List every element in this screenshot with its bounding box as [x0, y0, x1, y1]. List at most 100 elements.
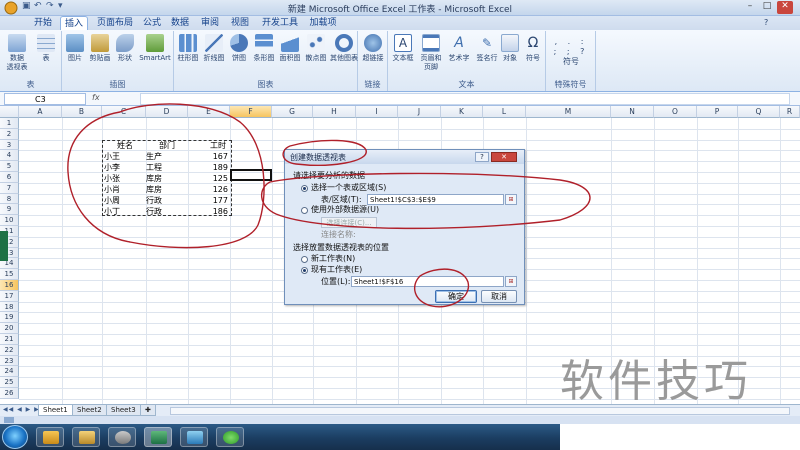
tab-home[interactable]: 开始 — [30, 16, 56, 30]
taskbar-app-excel[interactable] — [144, 427, 172, 447]
header-name[interactable]: 姓名 — [104, 141, 146, 151]
dialog-close-button[interactable]: ✕ — [491, 152, 517, 162]
column-header[interactable]: B — [62, 106, 102, 118]
column-header[interactable]: F — [230, 106, 272, 118]
radio-new-worksheet[interactable] — [301, 256, 308, 263]
location-input[interactable]: Sheet1!$F$16 — [351, 276, 504, 287]
header-footer-button[interactable]: 页眉和页脚 — [418, 34, 444, 72]
area-chart-button[interactable]: 面积图 — [278, 34, 302, 63]
table-cell[interactable]: 小肖 — [104, 185, 146, 195]
fx-icon[interactable]: fx — [92, 93, 100, 102]
column-header[interactable]: P — [697, 106, 738, 118]
row-header[interactable]: 24 — [0, 366, 19, 378]
row-header[interactable]: 7 — [0, 182, 19, 194]
minimize-button[interactable]: – — [742, 1, 758, 14]
column-header[interactable]: H — [313, 106, 356, 118]
table-button[interactable]: 表 — [34, 34, 58, 63]
radio-existing-worksheet[interactable] — [301, 267, 308, 274]
table-cell[interactable]: 177 — [188, 196, 230, 206]
column-chart-button[interactable]: 柱形图 — [176, 34, 200, 63]
ok-button[interactable]: 确定 — [435, 290, 477, 303]
column-header[interactable]: E — [188, 106, 230, 118]
bar-chart-button[interactable]: 条形图 — [252, 34, 276, 63]
tab-data[interactable]: 数据 — [168, 16, 192, 30]
header-department[interactable]: 部门 — [146, 141, 188, 151]
active-cell-cursor[interactable] — [230, 169, 272, 181]
row-header[interactable]: 6 — [0, 172, 19, 183]
row-header[interactable]: 2 — [0, 128, 19, 140]
label-select-table[interactable]: 选择一个表或区域(S) — [311, 183, 386, 193]
column-header[interactable]: J — [398, 106, 441, 118]
dialog-help-button[interactable]: ? — [475, 152, 489, 162]
sheet-tab-1[interactable]: Sheet1 — [38, 405, 73, 416]
tab-insert[interactable]: 插入 — [60, 16, 88, 31]
location-picker-icon[interactable]: ⊞ — [505, 276, 517, 287]
maximize-button[interactable]: □ — [759, 1, 775, 14]
tab-page-layout[interactable]: 页面布局 — [95, 16, 135, 30]
choose-connection-button[interactable]: 选择连接(C)... — [321, 217, 377, 228]
row-header[interactable]: 21 — [0, 334, 19, 345]
tab-view[interactable]: 视图 — [228, 16, 252, 30]
tab-addins[interactable]: 加载项 — [306, 16, 340, 30]
column-header[interactable]: G — [272, 106, 313, 118]
column-header[interactable]: C — [102, 106, 146, 118]
help-icon[interactable]: ? — [764, 18, 768, 27]
column-header[interactable]: A — [19, 106, 62, 118]
formula-input[interactable] — [140, 93, 790, 105]
table-cell[interactable]: 小周 — [104, 196, 146, 206]
pivot-table-button[interactable]: 数据 透视表 — [2, 34, 32, 72]
column-header[interactable]: D — [146, 106, 188, 118]
table-cell[interactable]: 生产 — [146, 152, 188, 162]
header-hours[interactable]: 工时 — [188, 141, 230, 151]
textbox-button[interactable]: A 文本框 — [390, 34, 416, 63]
row-header[interactable]: 9 — [0, 204, 19, 216]
row-header[interactable]: 25 — [0, 377, 19, 388]
table-cell[interactable]: 行政 — [146, 207, 188, 217]
table-cell[interactable]: 库房 — [146, 185, 188, 195]
row-header[interactable]: 16 — [0, 280, 19, 291]
column-header[interactable]: I — [356, 106, 398, 118]
select-all-corner[interactable] — [0, 106, 19, 118]
name-box[interactable]: C3 — [4, 93, 86, 105]
row-header[interactable]: 23 — [0, 355, 19, 367]
row-header[interactable]: 15 — [0, 269, 19, 280]
row-header[interactable]: 17 — [0, 290, 19, 302]
row-header[interactable]: 26 — [0, 388, 19, 399]
range-picker-icon[interactable]: ⊞ — [505, 194, 517, 205]
table-range-input[interactable]: Sheet1!$C$3:$E$9 — [367, 194, 504, 205]
tab-review[interactable]: 审阅 — [198, 16, 222, 30]
column-header[interactable]: N — [611, 106, 654, 118]
column-header[interactable]: M — [526, 106, 611, 118]
row-header[interactable]: 22 — [0, 344, 19, 356]
row-header[interactable]: 3 — [0, 139, 19, 151]
row-header[interactable]: 19 — [0, 312, 19, 324]
column-header[interactable]: O — [654, 106, 697, 118]
clipart-button[interactable]: 剪贴画 — [88, 34, 112, 63]
taskbar-app[interactable] — [36, 427, 64, 447]
row-header[interactable]: 20 — [0, 323, 19, 334]
tab-developer[interactable]: 开发工具 — [260, 16, 300, 30]
table-cell[interactable]: 小王 — [104, 152, 146, 162]
object-button[interactable]: 对象 — [500, 34, 520, 63]
row-header[interactable]: 8 — [0, 193, 19, 205]
taskbar-app[interactable] — [72, 427, 100, 447]
table-cell[interactable]: 行政 — [146, 196, 188, 206]
row-header[interactable]: 4 — [0, 150, 19, 162]
table-cell[interactable]: 小李 — [104, 163, 146, 173]
label-external-source[interactable]: 使用外部数据源(U) — [311, 205, 379, 215]
table-cell[interactable]: 126 — [188, 185, 230, 195]
hyperlink-button[interactable]: 超链接 — [360, 34, 386, 63]
radio-select-table[interactable] — [301, 185, 308, 192]
symbol-button[interactable]: Ω 符号 — [522, 34, 544, 63]
label-new-worksheet[interactable]: 新工作表(N) — [311, 254, 355, 264]
special-symbol-button[interactable]: , . : ; ; ? 符号 — [550, 37, 592, 67]
table-cell[interactable]: 167 — [188, 152, 230, 162]
table-cell[interactable]: 186 — [188, 207, 230, 217]
taskbar-app[interactable] — [216, 427, 244, 447]
row-header[interactable]: 18 — [0, 301, 19, 313]
radio-external-source[interactable] — [301, 207, 308, 214]
picture-button[interactable]: 图片 — [64, 34, 86, 63]
taskbar-app[interactable] — [108, 427, 136, 447]
sheet-tab-2[interactable]: Sheet2 — [72, 405, 107, 416]
wordart-button[interactable]: A 艺术字 — [446, 34, 472, 63]
